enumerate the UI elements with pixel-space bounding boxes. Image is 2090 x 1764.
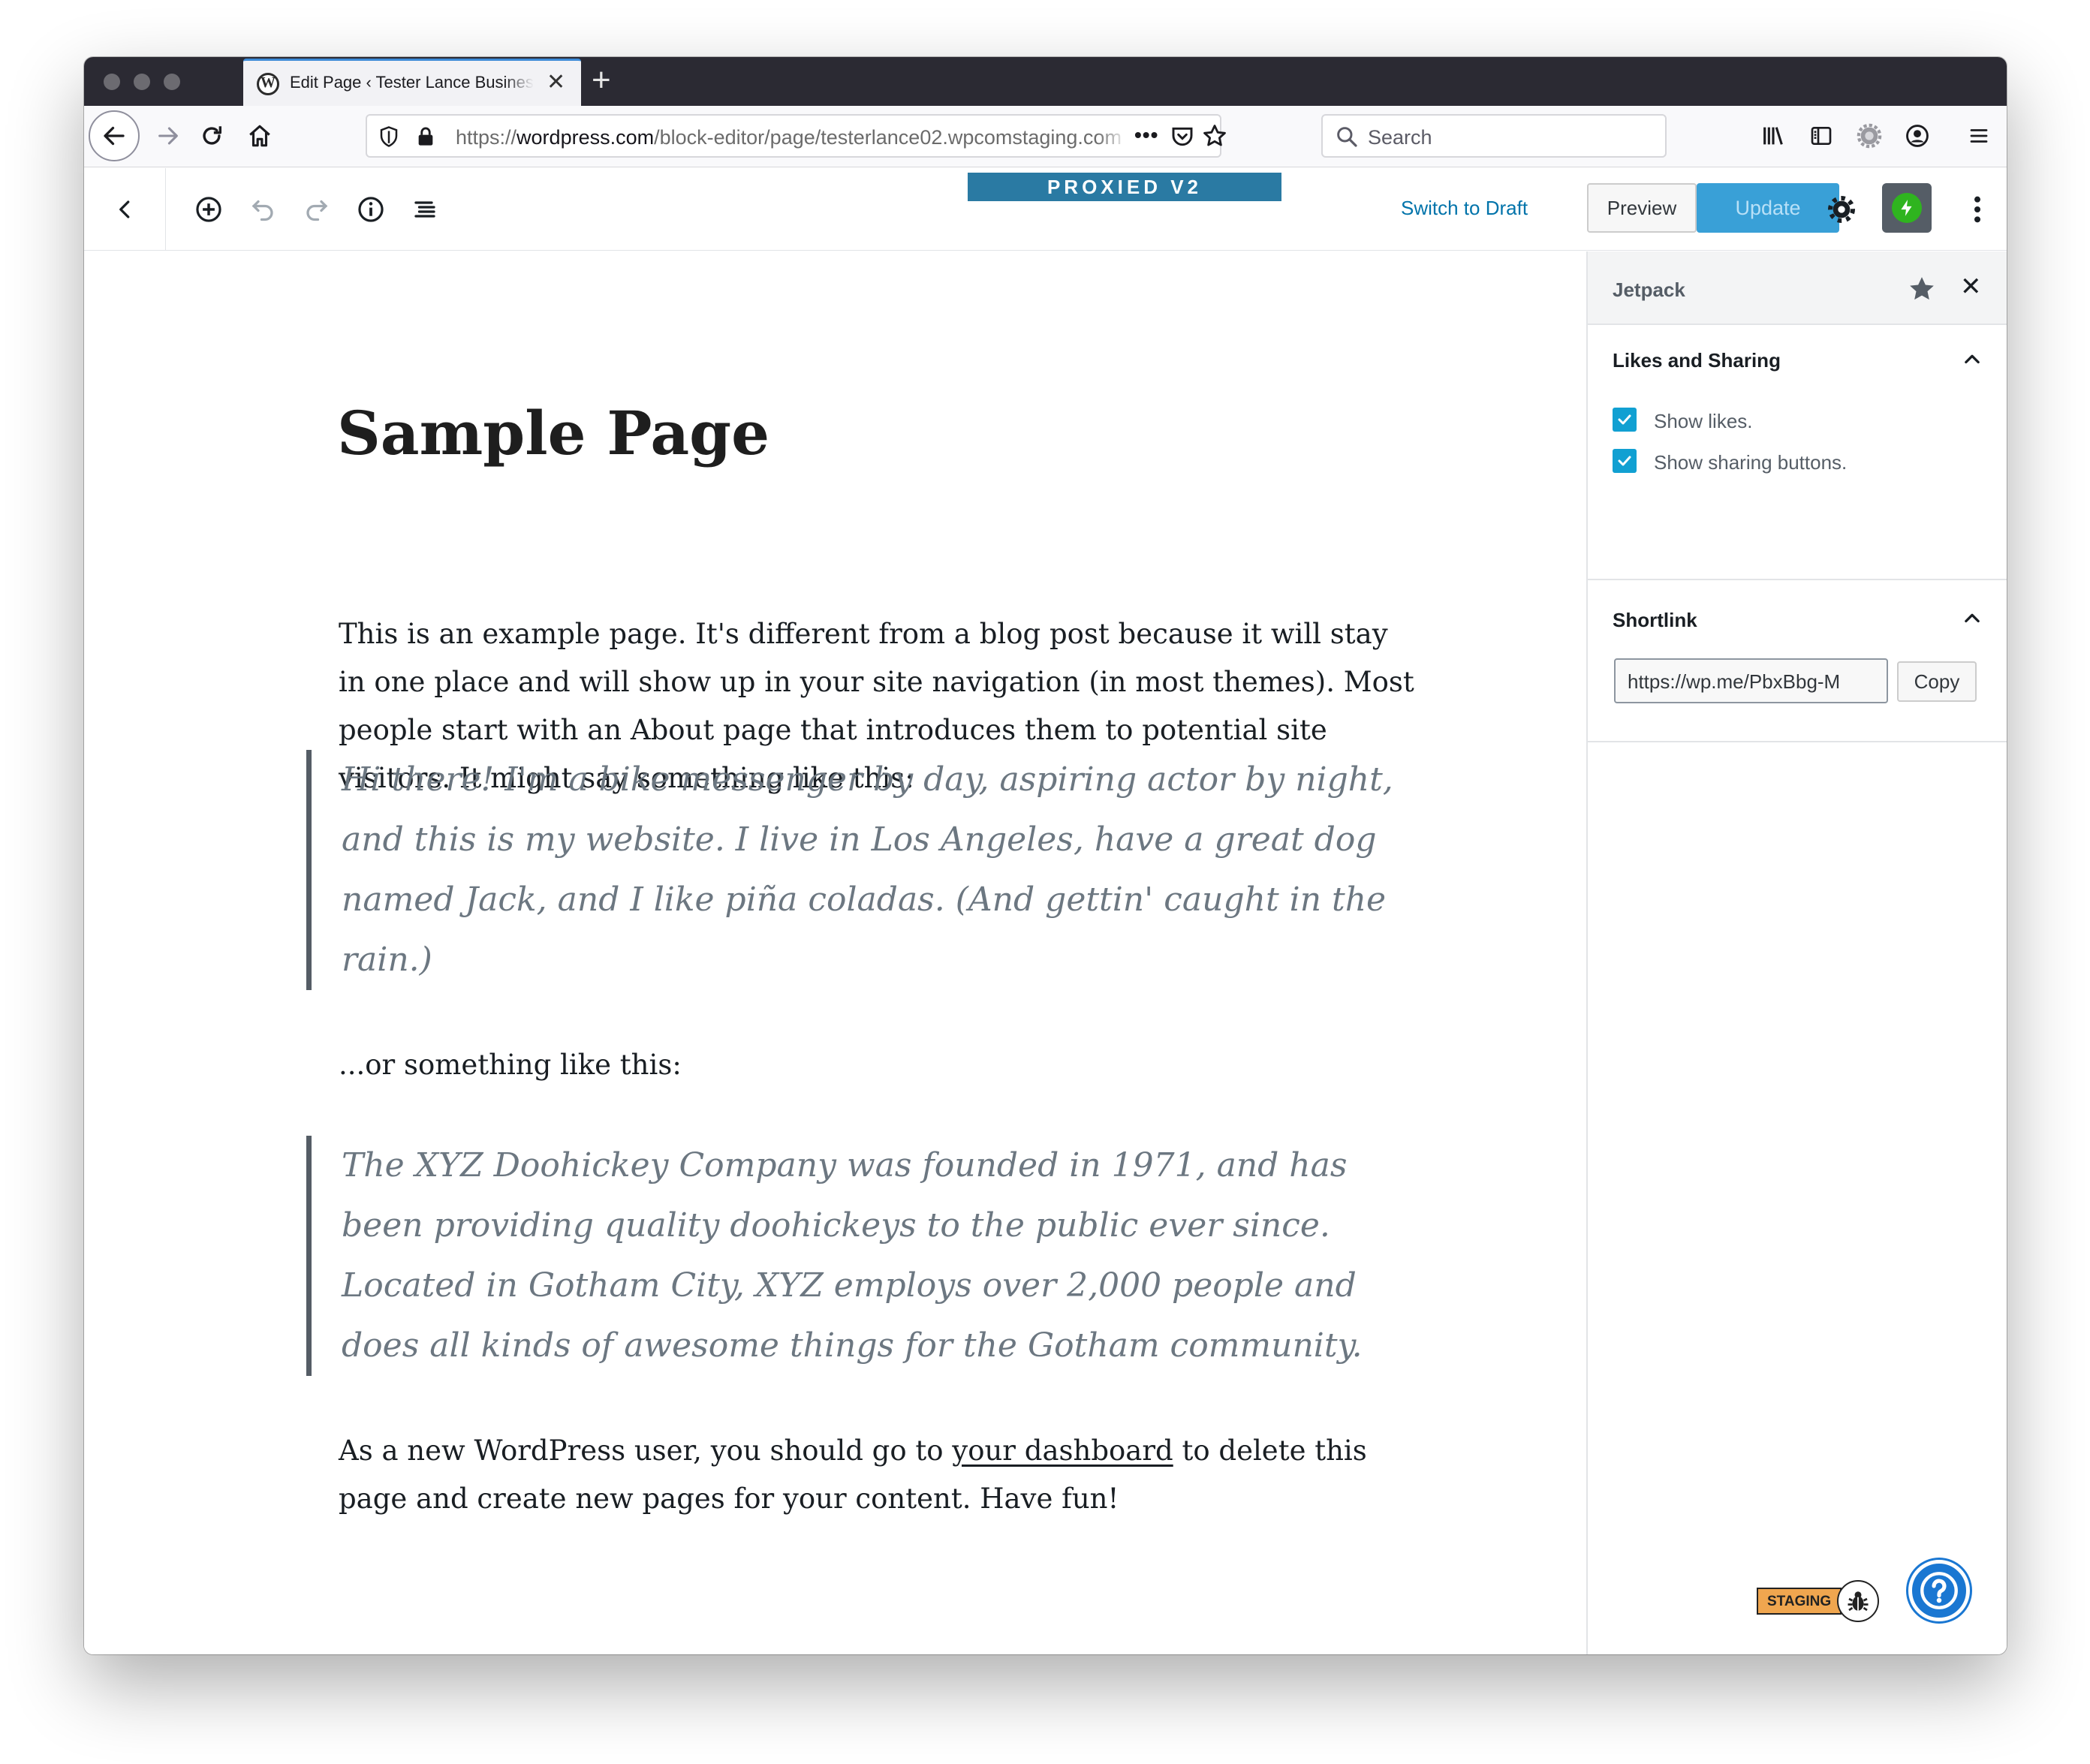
paragraph-middle[interactable]: ...or something like this: bbox=[339, 1041, 1420, 1089]
paragraph-outro[interactable]: As a new WordPress user, you should go t… bbox=[339, 1427, 1420, 1523]
preview-button[interactable]: Preview bbox=[1587, 183, 1697, 233]
pocket-icon[interactable] bbox=[1170, 125, 1194, 152]
jetpack-sidebar: Jetpack ✕ Likes and Sharing Show likes. … bbox=[1586, 251, 2007, 1654]
sidebar-header: Jetpack ✕ bbox=[1588, 251, 2007, 325]
jetpack-bolt-icon bbox=[1892, 193, 1922, 223]
url-path: /block-editor/page/testerlance02.wpcomst… bbox=[654, 126, 1122, 149]
quote-block-2[interactable]: The XYZ Doohickey Company was founded in… bbox=[306, 1136, 1425, 1376]
bug-icon[interactable] bbox=[1837, 1580, 1880, 1622]
window-minimize-dot[interactable] bbox=[134, 74, 150, 90]
wordpress-favicon-icon bbox=[257, 73, 279, 95]
copy-shortlink-button[interactable]: Copy bbox=[1897, 661, 1977, 702]
quote-text-1: Hi there! I'm a bike messenger by day, a… bbox=[342, 760, 1393, 979]
outro-text-before: As a new WordPress user, you should go t… bbox=[339, 1434, 953, 1467]
browser-window: Edit Page ‹ Tester Lance Business ✕ + ht… bbox=[84, 57, 2007, 1654]
staging-badge[interactable]: STAGING bbox=[1757, 1580, 1880, 1622]
window-close-dot[interactable] bbox=[104, 74, 120, 90]
tab-strip: Edit Page ‹ Tester Lance Business ✕ + bbox=[84, 57, 2007, 106]
chevron-up-icon[interactable] bbox=[1962, 349, 1983, 374]
likes-sharing-panel-title[interactable]: Likes and Sharing bbox=[1613, 349, 1781, 372]
tab-title: Edit Page ‹ Tester Lance Business bbox=[290, 73, 534, 92]
window-zoom-dot[interactable] bbox=[164, 74, 180, 90]
new-tab-plus-icon[interactable]: + bbox=[592, 62, 611, 99]
forward-arrow-icon[interactable] bbox=[150, 118, 186, 154]
info-icon[interactable] bbox=[352, 191, 390, 228]
back-arrow-icon[interactable] bbox=[89, 110, 140, 161]
url-scheme: https:// bbox=[456, 126, 517, 149]
block-navigation-icon[interactable] bbox=[406, 191, 444, 228]
jetpack-button[interactable] bbox=[1882, 183, 1932, 233]
sidebar-close-icon[interactable]: ✕ bbox=[1960, 274, 1982, 300]
quote-block-1[interactable]: Hi there! I'm a bike messenger by day, a… bbox=[306, 750, 1425, 990]
search-bar[interactable]: Search bbox=[1321, 114, 1667, 158]
search-icon bbox=[1335, 125, 1359, 152]
shortlink-input[interactable]: https://wp.me/PbxBbg-M bbox=[1614, 658, 1888, 703]
page-title[interactable]: Sample Page bbox=[337, 398, 769, 468]
tab-close-icon[interactable]: ✕ bbox=[547, 71, 565, 94]
more-options-kebab-icon[interactable] bbox=[1959, 191, 1996, 228]
show-likes-label[interactable]: Show likes. bbox=[1654, 410, 1753, 433]
sidebar-title: Jetpack bbox=[1613, 278, 1685, 301]
panel-divider bbox=[1588, 579, 2007, 580]
update-button[interactable]: Update bbox=[1697, 183, 1839, 233]
navigation-toolbar: https://wordpress.com/block-editor/page/… bbox=[84, 106, 2007, 167]
home-icon[interactable] bbox=[242, 118, 278, 154]
lock-icon[interactable] bbox=[415, 125, 436, 152]
settings-gear-icon[interactable] bbox=[1823, 191, 1860, 228]
staging-label: STAGING bbox=[1757, 1588, 1842, 1615]
hamburger-menu-icon[interactable] bbox=[1961, 118, 1997, 154]
pin-star-icon[interactable] bbox=[1907, 274, 1937, 308]
help-button[interactable] bbox=[1908, 1560, 1970, 1621]
url-text[interactable]: https://wordpress.com/block-editor/page/… bbox=[456, 126, 1128, 149]
url-host: wordpress.com bbox=[516, 126, 655, 149]
search-placeholder: Search bbox=[1368, 126, 1432, 149]
show-likes-checkbox[interactable] bbox=[1613, 408, 1637, 432]
reload-icon[interactable] bbox=[194, 118, 230, 154]
chevron-up-icon[interactable] bbox=[1962, 608, 1983, 633]
back-chevron-icon[interactable] bbox=[107, 191, 144, 228]
account-icon[interactable] bbox=[1899, 118, 1935, 154]
tracking-protection-shield-icon[interactable] bbox=[378, 125, 400, 152]
sidebar-toggle-icon[interactable] bbox=[1803, 118, 1839, 154]
question-mark-icon bbox=[1920, 1572, 1958, 1609]
editor-toolbar: PROXIED V2 Switch to Draft Preview Updat… bbox=[84, 168, 2007, 251]
undo-icon[interactable] bbox=[244, 191, 282, 228]
browser-tab-active[interactable]: Edit Page ‹ Tester Lance Business ✕ bbox=[243, 59, 581, 106]
add-block-icon[interactable] bbox=[190, 191, 227, 228]
url-bar[interactable]: https://wordpress.com/block-editor/page/… bbox=[366, 114, 1226, 158]
toolbar-divider bbox=[165, 168, 166, 251]
proxied-banner: PROXIED V2 bbox=[968, 173, 1281, 201]
quote-text-2: The XYZ Doohickey Company was founded in… bbox=[342, 1146, 1363, 1365]
page-actions-ellipsis-icon[interactable]: ••• bbox=[1134, 123, 1158, 147]
bookmark-star-icon[interactable] bbox=[1202, 123, 1227, 152]
panel-divider bbox=[1588, 741, 2007, 742]
extension-gear-icon[interactable] bbox=[1851, 118, 1887, 154]
shortlink-panel-title[interactable]: Shortlink bbox=[1613, 609, 1697, 632]
switch-to-draft-button[interactable]: Switch to Draft bbox=[1401, 197, 1528, 220]
library-icon[interactable] bbox=[1755, 118, 1791, 154]
editor-content: Sample Page This is an example page. It'… bbox=[84, 251, 1586, 1654]
show-sharing-label[interactable]: Show sharing buttons. bbox=[1654, 451, 1847, 474]
dashboard-link[interactable]: your dashboard bbox=[952, 1434, 1173, 1467]
redo-icon[interactable] bbox=[298, 191, 336, 228]
show-sharing-checkbox[interactable] bbox=[1613, 449, 1637, 473]
